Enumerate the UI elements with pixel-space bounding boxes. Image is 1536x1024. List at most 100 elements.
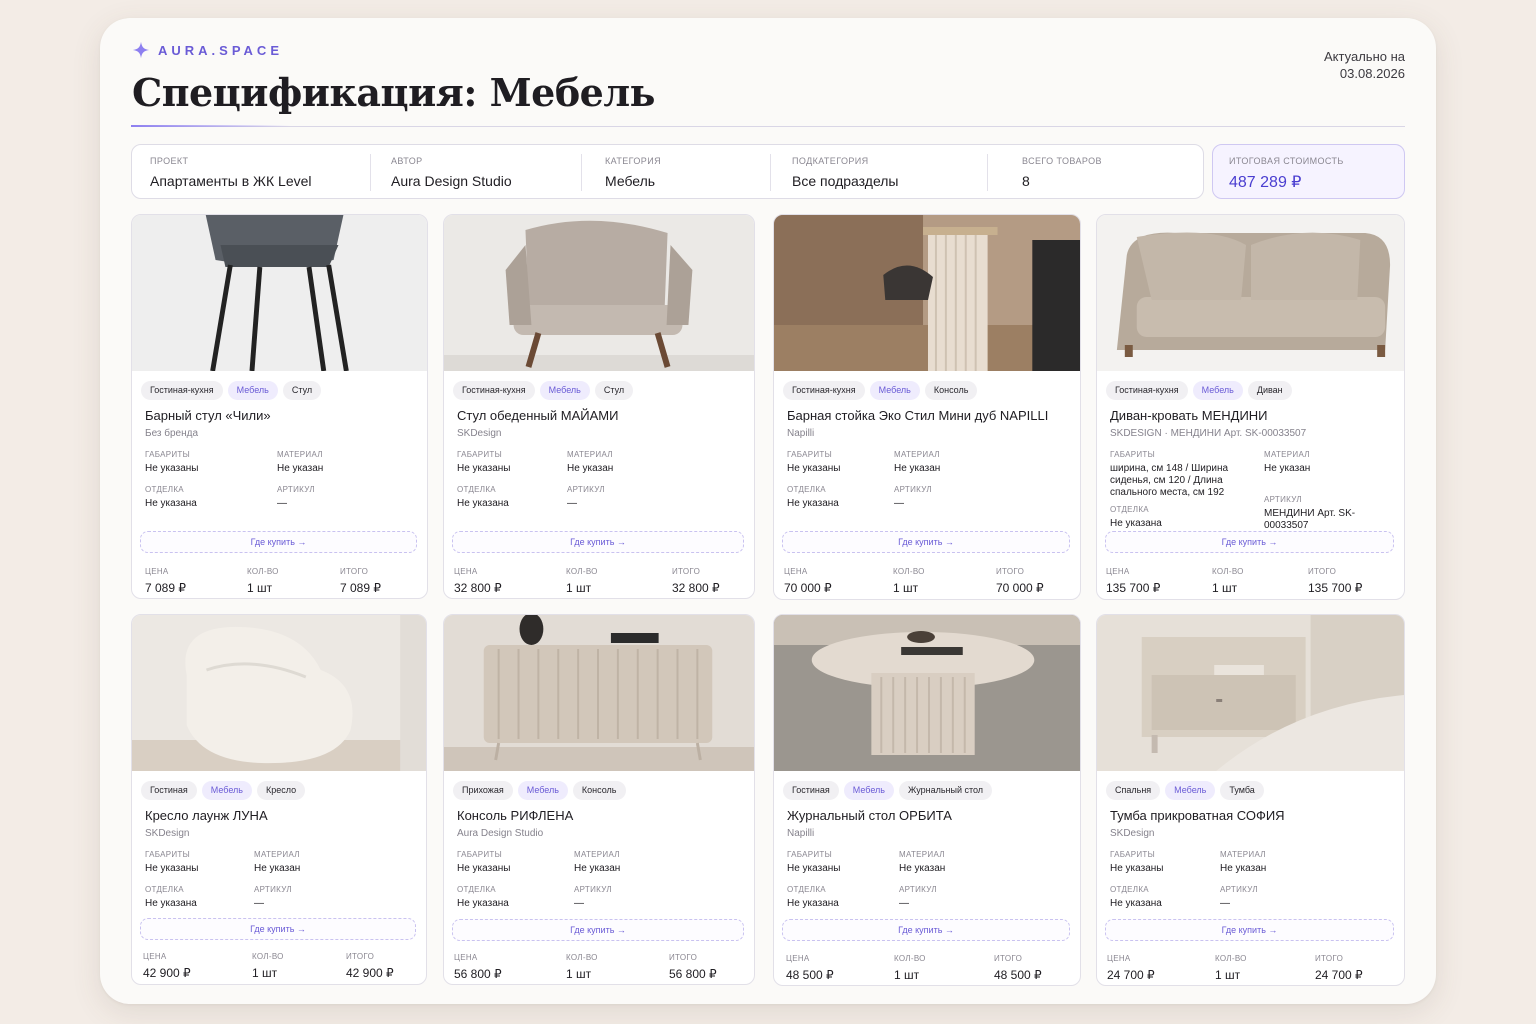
price-cell: Цена 24 700 ₽ bbox=[1107, 954, 1155, 982]
article-field: Артикул — bbox=[567, 485, 605, 510]
room-tag[interactable]: Гостиная-кухня bbox=[783, 381, 865, 400]
product-name[interactable]: Консоль РИФЛЕНА bbox=[457, 808, 573, 823]
product-name[interactable]: Журнальный стол ОРБИТА bbox=[787, 808, 952, 823]
type-tag[interactable]: Консоль bbox=[924, 381, 978, 400]
meta-value: Все подразделы bbox=[792, 173, 899, 189]
room-tag[interactable]: Гостиная bbox=[783, 781, 839, 800]
where-to-buy-button[interactable]: Где купить → bbox=[1105, 919, 1394, 941]
room-tag[interactable]: Гостиная-кухня bbox=[453, 381, 535, 400]
total-cost-panel: Итоговая стоимость 487 289 ₽ bbox=[1212, 144, 1405, 199]
product-photo[interactable] bbox=[1097, 615, 1404, 771]
qty-label: Кол-во bbox=[247, 567, 279, 576]
room-tag[interactable]: Гостиная bbox=[141, 781, 197, 800]
room-tag[interactable]: Гостиная-кухня bbox=[141, 381, 223, 400]
product-card[interactable]: Гостиная-кухня Мебель Стул Барный стул «… bbox=[131, 214, 428, 599]
room-tag[interactable]: Спальня bbox=[1106, 781, 1161, 800]
qty-value: 1 шт bbox=[1212, 581, 1238, 595]
where-to-buy-button[interactable]: Где купить → bbox=[140, 531, 417, 553]
product-photo[interactable] bbox=[774, 215, 1080, 371]
material-label: Материал bbox=[567, 450, 613, 459]
product-photo[interactable] bbox=[132, 615, 426, 771]
article-label: Артикул bbox=[899, 885, 937, 894]
product-photo[interactable] bbox=[1097, 215, 1404, 371]
category-tag[interactable]: Мебель bbox=[843, 781, 894, 800]
finish-field: Отделка Не указана bbox=[145, 885, 197, 910]
price-cell: Цена 48 500 ₽ bbox=[786, 954, 834, 982]
product-name[interactable]: Барный стул «Чили» bbox=[145, 408, 271, 423]
total-value: 487 289 ₽ bbox=[1229, 174, 1302, 191]
material-field: Материал Не указан bbox=[277, 450, 323, 475]
category-tag[interactable]: Мебель bbox=[1192, 381, 1243, 400]
sum-label: Итого bbox=[1315, 954, 1344, 963]
actual-label: Актуально на bbox=[1324, 49, 1405, 64]
price-label: Цена bbox=[143, 952, 167, 961]
category-tag[interactable]: Мебель bbox=[517, 781, 568, 800]
article-field: Артикул — bbox=[574, 885, 612, 910]
meta-subcategory: Подкатегория Все подразделы bbox=[792, 145, 899, 200]
where-to-buy-button[interactable]: Где купить → bbox=[782, 919, 1070, 941]
where-to-buy-button[interactable]: Где купить → bbox=[452, 531, 744, 553]
product-photo[interactable] bbox=[444, 215, 754, 371]
room-tag[interactable]: Гостиная-кухня bbox=[1106, 381, 1188, 400]
product-tags: Гостиная-кухня Мебель Стул bbox=[453, 381, 634, 400]
where-to-buy-button[interactable]: Где купить → bbox=[1105, 531, 1394, 553]
product-name[interactable]: Кресло лаунж ЛУНА bbox=[145, 808, 268, 823]
product-photo[interactable] bbox=[444, 615, 754, 771]
price-cell: Цена 32 800 ₽ bbox=[454, 567, 502, 595]
product-photo[interactable] bbox=[774, 615, 1080, 771]
category-tag[interactable]: Мебель bbox=[539, 381, 590, 400]
dims-label: Габариты bbox=[145, 450, 190, 459]
article-value: — bbox=[574, 898, 584, 909]
product-card[interactable]: Прихожая Мебель Консоль Консоль РИФЛЕНА … bbox=[443, 614, 755, 985]
dims-field: Габариты ширина, см 148 / Ширина сиденья… bbox=[1110, 450, 1257, 499]
category-tag[interactable]: Мебель bbox=[1165, 781, 1216, 800]
meta-divider bbox=[987, 154, 988, 191]
product-card[interactable]: Гостиная-кухня Мебель Стул Стул обеденны… bbox=[443, 214, 755, 599]
meta-value: Мебель bbox=[605, 173, 656, 189]
article-value: — bbox=[894, 498, 904, 509]
sum-cell: Итого 42 900 ₽ bbox=[346, 952, 394, 980]
category-tag[interactable]: Мебель bbox=[201, 781, 252, 800]
product-card[interactable]: Гостиная-кухня Мебель Диван Диван-кроват… bbox=[1096, 214, 1405, 600]
where-to-buy-button[interactable]: Где купить → bbox=[140, 918, 416, 940]
qty-cell: Кол-во 1 шт bbox=[1212, 567, 1244, 595]
product-tags: Гостиная Мебель Кресло bbox=[141, 781, 306, 800]
sum-label: Итого bbox=[994, 954, 1023, 963]
product-card[interactable]: Гостиная-кухня Мебель Консоль Барная сто… bbox=[773, 214, 1081, 600]
type-tag[interactable]: Кресло bbox=[256, 781, 306, 800]
price-label: Цена bbox=[145, 567, 169, 576]
where-to-buy-button[interactable]: Где купить → bbox=[782, 531, 1070, 553]
brand-logo[interactable]: AURA.SPACE bbox=[132, 41, 283, 59]
price-value: 56 800 ₽ bbox=[454, 967, 502, 981]
type-tag[interactable]: Журнальный стол bbox=[898, 781, 993, 800]
product-card[interactable]: Гостиная Мебель Журнальный стол Журнальн… bbox=[773, 614, 1081, 986]
dims-label: Габариты bbox=[145, 850, 190, 859]
article-value: МЕНДИНИ Арт. SK-00033507 bbox=[1264, 508, 1356, 531]
product-name[interactable]: Барная стойка Эко Стил Мини дуб NAPILLI bbox=[787, 408, 1048, 423]
price-value: 48 500 ₽ bbox=[786, 968, 834, 982]
product-name[interactable]: Диван-кровать МЕНДИНИ bbox=[1110, 408, 1268, 423]
product-card[interactable]: Гостиная Мебель Кресло Кресло лаунж ЛУНА… bbox=[131, 614, 427, 985]
product-photo[interactable] bbox=[132, 215, 427, 371]
type-tag[interactable]: Стул bbox=[282, 381, 322, 400]
material-field: Материал Не указан bbox=[894, 450, 940, 475]
qty-label: Кол-во bbox=[566, 567, 598, 576]
dims-value: Не указаны bbox=[787, 863, 841, 874]
type-tag[interactable]: Диван bbox=[1247, 381, 1292, 400]
product-brand: Napilli bbox=[787, 428, 815, 439]
category-tag[interactable]: Мебель bbox=[227, 381, 278, 400]
category-tag[interactable]: Мебель bbox=[869, 381, 920, 400]
dims-value: Не указаны bbox=[145, 463, 199, 474]
meta-label: Категория bbox=[605, 156, 661, 166]
type-tag[interactable]: Стул bbox=[594, 381, 634, 400]
product-name[interactable]: Тумба прикроватная СОФИЯ bbox=[1110, 808, 1285, 823]
product-name[interactable]: Стул обеденный МАЙАМИ bbox=[457, 408, 618, 423]
product-card[interactable]: Спальня Мебель Тумба Тумба прикроватная … bbox=[1096, 614, 1405, 986]
dims-field: Габариты Не указаны bbox=[1110, 850, 1163, 875]
type-tag[interactable]: Тумба bbox=[1220, 781, 1264, 800]
finish-value: Не указана bbox=[457, 498, 509, 509]
finish-field: Отделка Не указана bbox=[145, 485, 197, 510]
where-to-buy-button[interactable]: Где купить → bbox=[452, 919, 744, 941]
type-tag[interactable]: Консоль bbox=[572, 781, 626, 800]
room-tag[interactable]: Прихожая bbox=[453, 781, 513, 800]
